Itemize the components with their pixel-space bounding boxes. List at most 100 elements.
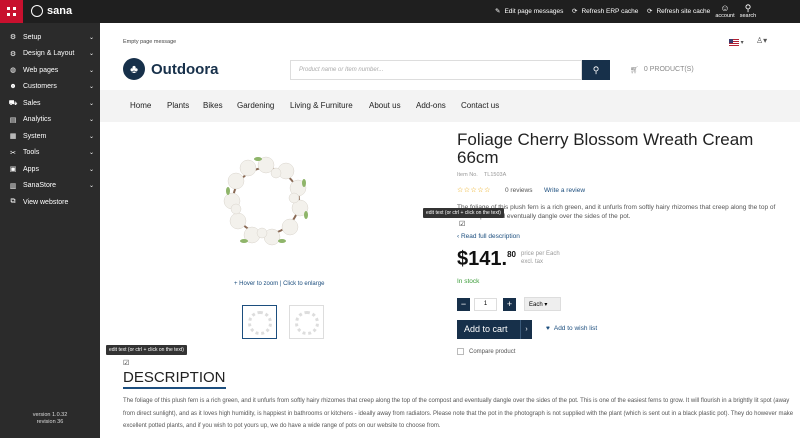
sidebar-item-sanastore[interactable]: ▥ SanaStore ⌄ xyxy=(0,178,100,195)
reviews-count[interactable]: 0 reviews xyxy=(505,187,532,194)
zoom-hint[interactable]: + Hover to zoom | Click to enlarge xyxy=(234,281,324,287)
chevron-down-icon: ⌄ xyxy=(88,183,94,190)
us-flag-icon xyxy=(729,39,739,46)
chevron-down-icon: ▾ xyxy=(544,302,548,308)
search-submit-button[interactable]: ⚲ xyxy=(582,60,610,80)
cart-summary[interactable]: 🛒︎ 0 PRODUCT(S) xyxy=(630,66,694,74)
heart-icon: ♥ xyxy=(546,325,550,332)
sidebar-item-sales[interactable]: ⛟ Sales ⌄ xyxy=(0,95,100,112)
checkbox[interactable] xyxy=(457,348,464,355)
edit-icon[interactable]: ☑ xyxy=(123,359,129,367)
account-button[interactable]: ☺ account xyxy=(714,3,736,19)
store-icon: ▥ xyxy=(9,182,17,190)
chart-icon: ▤ xyxy=(9,116,17,124)
empty-page-message[interactable]: Empty page message xyxy=(123,39,176,45)
thumbnail-image xyxy=(295,311,319,335)
item-number: Item No. TL1503A xyxy=(457,172,507,178)
sidebar-item-setup[interactable]: ⚙ Setup ⌄ xyxy=(0,29,100,46)
user-menu-button[interactable]: ♙▾ xyxy=(756,36,767,45)
quantity-increase-button[interactable]: + xyxy=(503,298,516,311)
sidebar-item-analytics[interactable]: ▤ Analytics ⌄ xyxy=(0,112,100,129)
users-icon: ☻ xyxy=(9,83,17,91)
sidebar-item-web-pages[interactable]: ◍ Web pages ⌄ xyxy=(0,62,100,79)
chevron-down-icon: ⌄ xyxy=(88,117,94,124)
edit-text-tooltip: edit text (or ctrl + click on the text) xyxy=(106,345,187,355)
edit-icon[interactable]: ☑ xyxy=(459,220,465,228)
menu-item-living-furniture[interactable]: Living & Furniture xyxy=(290,101,353,110)
chevron-down-icon: ⌄ xyxy=(88,67,94,74)
language-selector[interactable]: ▾ xyxy=(729,39,744,46)
sidebar-item-view-webstore[interactable]: ⧉ View webstore xyxy=(0,194,100,211)
chevron-down-icon: ⌄ xyxy=(88,150,94,157)
write-review-link[interactable]: Write a review xyxy=(544,187,585,194)
menu-item-plants[interactable]: Plants xyxy=(167,101,189,110)
sidebar-item-system[interactable]: ▦ System ⌄ xyxy=(0,128,100,145)
refresh-icon: ⟳ xyxy=(647,8,653,15)
refresh-icon: ⟳ xyxy=(572,8,578,15)
short-description: The foliage of this plush fern is a rich… xyxy=(457,204,776,220)
product-title: Foliage Cherry Blossom Wreath Cream 66cm xyxy=(457,130,754,167)
apps-icon: ▣ xyxy=(9,166,17,174)
add-to-wishlist-link[interactable]: ♥ Add to wish list xyxy=(546,325,597,332)
menu-item-add-ons[interactable]: Add-ons xyxy=(416,101,446,110)
menu-item-bikes[interactable]: Bikes xyxy=(203,101,223,110)
wrench-icon: ✂ xyxy=(10,149,16,157)
menu-item-gardening[interactable]: Gardening xyxy=(237,101,274,110)
cart-icon: 🛒︎ xyxy=(630,67,639,74)
compare-product-checkbox[interactable]: Compare product xyxy=(457,348,515,355)
globe-icon: ◍ xyxy=(9,67,17,75)
admin-sidebar: ⚙ Setup ⌄ ⚙ Design & Layout ⌄ ◍ Web pages ⌄ ☻ C… xyxy=(0,23,100,438)
chevron-down-icon: ⌄ xyxy=(88,84,94,91)
cart-icon: ⛟ xyxy=(8,99,18,107)
rating-stars: ☆☆☆☆☆ xyxy=(457,187,491,194)
external-icon: ⧉ xyxy=(10,198,16,206)
gear-icon: ⚙ xyxy=(9,34,17,42)
outdoora-logo-icon: ♣ xyxy=(123,58,145,80)
menu-item-contact-us[interactable]: Contact us xyxy=(461,101,499,110)
chevron-down-icon: ⌄ xyxy=(88,133,94,140)
sidebar-item-tools[interactable]: ✂ Tools ⌄ xyxy=(0,145,100,162)
long-description: The foliage of this plush fern is a rich… xyxy=(123,398,794,429)
chevron-right-icon: › xyxy=(520,320,532,339)
price-unit-info: price per Each excl. tax xyxy=(521,251,560,265)
pencil-icon: ✎ xyxy=(495,8,501,15)
sana-logo[interactable]: sana xyxy=(31,5,72,17)
user-icon: ♙ xyxy=(756,36,764,45)
read-full-description-link[interactable]: ‹ Read full description xyxy=(457,233,520,240)
search-icon: ⚲ xyxy=(744,3,752,13)
apps-grid-button[interactable] xyxy=(0,0,23,23)
sidebar-item-apps[interactable]: ▣ Apps ⌄ xyxy=(0,161,100,178)
sidebar-item-design-layout[interactable]: ⚙ Design & Layout ⌄ xyxy=(0,46,100,63)
thumbnail-2[interactable] xyxy=(289,305,324,339)
refresh-erp-cache-button[interactable]: ⟳ Refresh ERP cache xyxy=(572,7,638,16)
thumbnail-1[interactable] xyxy=(242,305,277,339)
search-icon: ⚲ xyxy=(592,65,600,75)
thumbnail-image xyxy=(248,311,272,335)
product-image[interactable] xyxy=(218,143,314,260)
edit-page-messages-button[interactable]: ✎ Edit page messages xyxy=(495,7,563,16)
refresh-site-cache-button[interactable]: ⟳ Refresh site cache xyxy=(647,7,710,16)
store-logo[interactable]: ♣ Outdoora xyxy=(123,58,219,80)
menu-item-home[interactable]: Home xyxy=(130,101,151,110)
add-to-cart-button[interactable]: Add to cart › xyxy=(457,320,532,339)
menu-item-about-us[interactable]: About us xyxy=(369,101,401,110)
sana-logo-icon xyxy=(31,5,43,17)
version-info: version 1.0.32 revision 36 xyxy=(32,412,68,425)
chevron-down-icon: ⌄ xyxy=(88,51,94,58)
chevron-down-icon: ⌄ xyxy=(88,100,94,107)
search-button[interactable]: ⚲ search xyxy=(737,3,759,19)
stock-status: In stock xyxy=(457,278,480,285)
product-search-input[interactable]: Product name or Item number... xyxy=(290,60,582,80)
quantity-input[interactable]: 1 xyxy=(474,298,497,311)
unit-of-measure-select[interactable]: Each ▾ xyxy=(524,297,561,311)
admin-topbar: sana ✎ Edit page messages ⟳ Refresh ERP … xyxy=(0,0,800,23)
quantity-decrease-button[interactable]: − xyxy=(457,298,470,311)
webstore-page: Empty page message ▾ ♙▾ ♣ Outdoora Produ… xyxy=(100,23,800,438)
chevron-down-icon: ⌄ xyxy=(88,166,94,173)
grid-icon: ▦ xyxy=(9,133,17,141)
product-price: $141.80 xyxy=(457,248,516,270)
gear-icon: ⚙ xyxy=(9,50,17,58)
description-heading: DESCRIPTION xyxy=(123,369,226,389)
sidebar-item-customers[interactable]: ☻ Customers ⌄ xyxy=(0,79,100,96)
edit-text-tooltip: edit text (or ctrl + click on the text) xyxy=(423,208,504,218)
